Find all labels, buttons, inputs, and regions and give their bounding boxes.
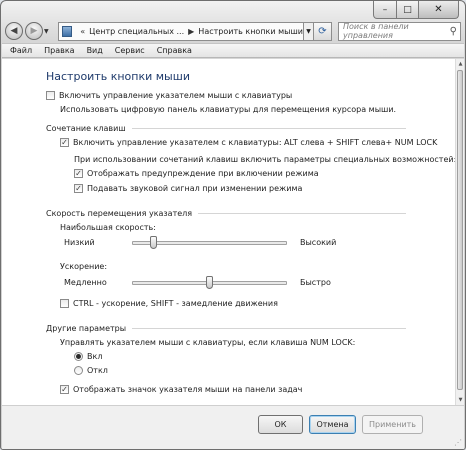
close-button[interactable]: ✕ [419,1,459,19]
accel-min-label: Медленно [64,278,107,287]
numlock-on-row[interactable]: Вкл [74,352,102,361]
control-panel-icon [62,25,73,37]
accel-max-text: Быстро [300,278,331,287]
top-speed-min-text: Низкий [64,238,95,247]
sound-checkbox[interactable]: ✓ [74,184,83,193]
top-speed-label: Наибольшая скорость: [60,223,156,232]
scrollbar-thumb[interactable] [457,70,463,390]
breadcrumb-chevron-icon[interactable]: ▶ [188,27,194,36]
dialog-footer: ОК Отмена Применить ⋰ [2,405,464,449]
search-box[interactable]: Поиск в панели управления ⚲ [338,21,461,41]
warning-row[interactable]: ✓ Отображать предупреждение при включени… [74,169,319,178]
enable-description: Использовать цифровую панель клавиатуры … [60,105,396,114]
recent-pages-dropdown[interactable]: ▼ [44,28,54,35]
back-arrow-icon: ◀ [10,26,18,36]
speed-group-heading: Скорость перемещения указателя [46,209,406,218]
cancel-button[interactable]: Отмена [309,415,356,434]
enable-mousekeys-checkbox[interactable] [46,91,55,100]
address-bar[interactable]: « Центр специальных ... ▶ Настроить кноп… [58,21,304,41]
top-speed-max-text: Высокий [300,238,337,247]
top-speed-max-label: Высокий [300,238,336,247]
menu-view[interactable]: Вид [87,46,103,55]
menu-bar: Файл Правка Вид Сервис Справка [2,43,464,58]
page-title: Настроить кнопки мыши [46,70,190,83]
scroll-up-icon[interactable]: ▲ [456,59,465,69]
accel-label: Ускорение: [60,262,107,271]
maximize-button[interactable]: □ [397,1,419,19]
speed-heading: Скорость перемещения указателя [46,209,193,218]
divider [132,328,406,329]
enable-mousekeys-label: Включить управление указателем мыши с кл… [59,91,293,100]
search-icon[interactable]: ⚲ [450,26,457,37]
search-input[interactable]: Поиск в панели управления [343,22,450,40]
divider [131,128,406,129]
ctrl-shift-checkbox[interactable] [60,299,69,308]
scroll-down-icon[interactable]: ▼ [456,395,465,405]
shortcut-group-heading: Сочетание клавиш [46,124,406,133]
other-group-heading: Другие параметры [46,324,406,333]
sound-label: Подавать звуковой сигнал при изменении р… [87,184,303,193]
breadcrumb-separator-icon: « [80,26,86,36]
numlock-text: Управлять указателем мыши с клавиатуры, … [60,338,356,347]
forward-arrow-icon: ▶ [30,26,38,36]
accel-max-label: Быстро [300,278,331,287]
menu-file[interactable]: Файл [10,46,32,55]
numlock-off-label: Откл [87,366,108,375]
divider [198,213,406,214]
other-heading: Другие параметры [46,324,127,333]
numlock-on-radio[interactable] [74,352,83,361]
navigation-bar: ◀ ▶ ▼ « Центр специальных ... ▶ Настроит… [5,19,461,43]
menu-tools[interactable]: Сервис [115,46,145,55]
enable-mousekeys-row[interactable]: Включить управление указателем мыши с кл… [46,91,292,100]
accel-text: Ускорение: [60,262,108,271]
refresh-icon: ⟳ [318,25,327,37]
taskbar-icon-checkbox[interactable]: ✓ [60,385,69,394]
caption-buttons: – □ ✕ [373,1,459,19]
forward-button[interactable]: ▶ [25,22,43,40]
apply-button[interactable]: Применить [362,415,423,434]
back-button[interactable]: ◀ [5,22,23,40]
ctrl-shift-label: CTRL - ускорение, SHIFT - замедление дви… [73,299,278,308]
enable-shortcut-label: Включить управление указателем с клавиат… [73,138,438,147]
shortcut-info-text: При использовании сочетаний клавиш включ… [74,155,457,164]
settings-pane: Настроить кнопки мыши Включить управлени… [2,59,464,405]
taskbar-icon-row[interactable]: ✓ Отображать значок указателя мыши на па… [60,385,302,394]
sound-row[interactable]: ✓ Подавать звуковой сигнал при изменении… [74,184,302,193]
enable-description-text: Использовать цифровую панель клавиатуры … [60,105,397,114]
numlock-on-label: Вкл [87,352,103,361]
shortcut-heading: Сочетание клавиш [46,124,126,133]
taskbar-icon-label: Отображать значок указателя мыши на пане… [73,385,303,394]
enable-shortcut-row[interactable]: ✓ Включить управление указателем с клави… [60,138,437,147]
accel-min-text: Медленно [64,278,107,287]
address-dropdown-icon[interactable]: ▼ [304,21,314,41]
minimize-button[interactable]: – [373,1,397,19]
accel-slider-thumb[interactable] [206,276,213,289]
breadcrumb-current-page[interactable]: Настроить кнопки мыши [198,27,303,36]
numlock-off-radio[interactable] [74,366,83,375]
breadcrumb-ease-of-access[interactable]: Центр специальных ... [89,27,184,36]
enable-shortcut-checkbox[interactable]: ✓ [60,138,69,147]
top-speed-text: Наибольшая скорость: [60,223,156,232]
warning-checkbox[interactable]: ✓ [74,169,83,178]
refresh-button[interactable]: ⟳ [314,21,332,41]
numlock-off-row[interactable]: Откл [74,366,108,375]
control-panel-window: – □ ✕ ◀ ▶ ▼ « Центр специальных ... ▶ На… [0,0,466,450]
ctrl-shift-row[interactable]: CTRL - ускорение, SHIFT - замедление дви… [60,299,278,308]
shortcut-info: При использовании сочетаний клавиш включ… [74,155,456,164]
menu-edit[interactable]: Правка [44,46,74,55]
numlock-label: Управлять указателем мыши с клавиатуры, … [60,338,355,347]
top-speed-min-label: Низкий [64,238,95,247]
vertical-scrollbar[interactable]: ▲ ▼ [455,59,464,405]
resize-grip-icon[interactable]: ⋰ [454,438,462,447]
menu-help[interactable]: Справка [157,46,192,55]
radio-selected-dot [76,354,81,359]
ok-button[interactable]: ОК [258,415,303,434]
warning-label: Отображать предупреждение при включении … [87,169,319,178]
top-speed-slider-thumb[interactable] [149,236,157,249]
